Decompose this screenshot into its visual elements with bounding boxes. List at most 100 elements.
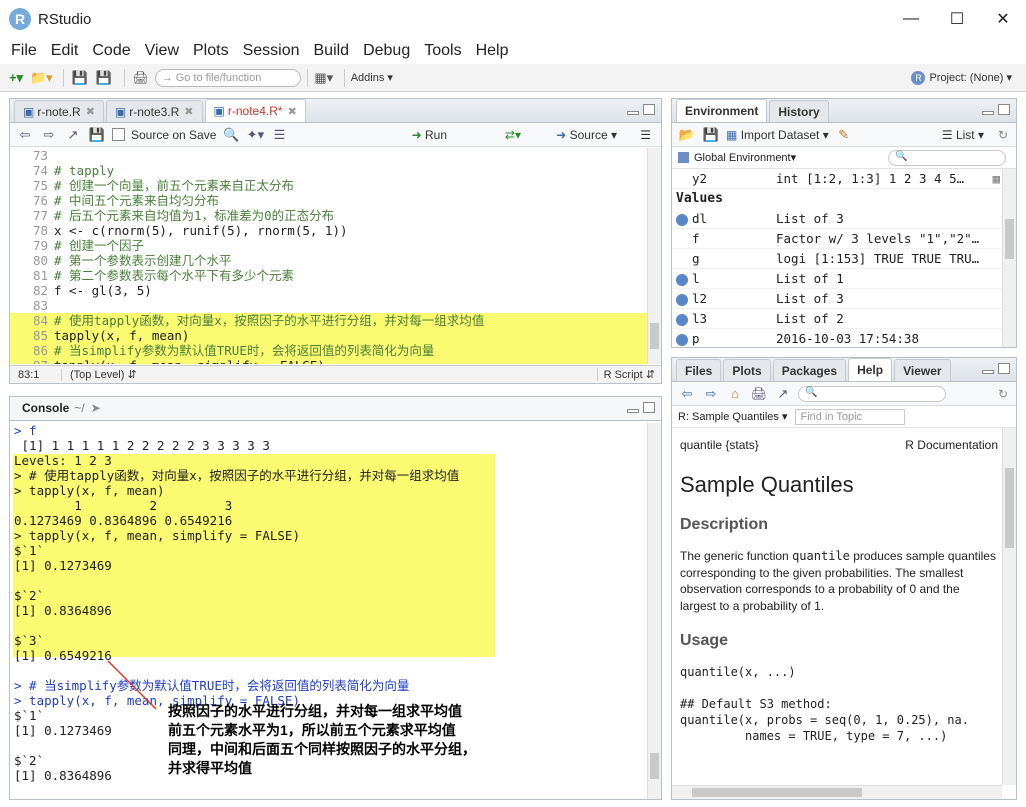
menu-help[interactable]: Help	[469, 42, 516, 60]
expand-icon[interactable]	[676, 214, 688, 226]
addins-menu[interactable]: Addins ▾	[351, 71, 393, 84]
close-tab-icon[interactable]: ✖	[86, 105, 95, 118]
code-line[interactable]: 86 # 当simplify参数为默认值TRUE时，会将返回值的列表简化为向量	[10, 343, 647, 358]
code-line[interactable]: 81 # 第二个参数表示每个水平下有多少个元素	[10, 268, 647, 283]
load-workspace-icon[interactable]: 📂	[678, 126, 696, 144]
scroll-thumb[interactable]	[1005, 468, 1014, 548]
refresh-icon[interactable]: ↻	[998, 387, 1008, 401]
env-row[interactable]: y2 int [1:2, 1:3] 1 2 3 4 5… ▦	[672, 169, 1002, 189]
project-menu[interactable]: R Project: (None) ▾	[911, 70, 1012, 85]
tab-files[interactable]: Files	[676, 359, 722, 381]
show-in-window-icon[interactable]: ↗	[64, 126, 82, 144]
hscroll-thumb[interactable]	[692, 788, 862, 797]
code-line[interactable]: 75 # 创建一个向量，前五个元素来自正太分布	[10, 178, 647, 193]
environment-scrollbar[interactable]	[1002, 169, 1016, 347]
scroll-thumb[interactable]	[650, 753, 659, 779]
broom-icon[interactable]: ✎	[835, 126, 853, 144]
environment-selector[interactable]: Global Environment ▾	[678, 151, 796, 164]
code-line[interactable]: 85 tapply(x, f, mean)	[10, 328, 647, 343]
tab-plots[interactable]: Plots	[723, 359, 771, 381]
code-line[interactable]: 76 # 中间五个元素来自均匀分布	[10, 193, 647, 208]
close-button[interactable]: ✕	[980, 0, 1026, 38]
rerun-icon[interactable]: ⇄▾	[505, 128, 521, 142]
minimize-pane-icon[interactable]	[627, 111, 639, 115]
tab-r-note3[interactable]: ▣ r-note3.R ✖	[105, 100, 203, 122]
tab-viewer[interactable]: Viewer	[894, 359, 951, 381]
menu-session[interactable]: Session	[236, 42, 307, 60]
menu-view[interactable]: View	[138, 42, 186, 60]
print-icon[interactable]: 🖨	[131, 68, 151, 88]
menu-file[interactable]: File	[4, 42, 44, 60]
tab-packages[interactable]: Packages	[772, 359, 847, 381]
source-on-save-checkbox[interactable]	[112, 128, 125, 141]
scroll-thumb[interactable]	[650, 323, 659, 349]
view-grid-icon[interactable]: ▦	[992, 171, 1000, 186]
env-row[interactable]: p 2016-10-03 17:54:38	[672, 329, 1002, 347]
env-search-input[interactable]: 🔍	[888, 149, 1006, 166]
tab-r-note4[interactable]: ▣ r-note4.R* ✖	[204, 99, 306, 122]
code-line[interactable]: 80 # 第一个参数表示创建几个水平	[10, 253, 647, 268]
home-icon[interactable]: ⌂	[726, 385, 744, 403]
topic-selector[interactable]: R: Sample Quantiles ▾	[678, 410, 787, 423]
help-search-input[interactable]: 🔍	[798, 385, 946, 402]
menu-build[interactable]: Build	[307, 42, 357, 60]
code-line[interactable]: 73	[10, 148, 647, 163]
env-row[interactable]: dl List of 3	[672, 209, 1002, 229]
maximize-pane-icon[interactable]	[998, 363, 1010, 374]
source-button[interactable]: ➜ Source ▾	[556, 128, 617, 142]
expand-icon[interactable]	[676, 334, 688, 346]
save-icon[interactable]: 💾	[70, 68, 90, 88]
code-line[interactable]: 74 # tapply	[10, 163, 647, 178]
code-line[interactable]: 83	[10, 298, 647, 313]
editor-scrollbar[interactable]	[647, 148, 661, 364]
save-icon[interactable]: 💾	[88, 126, 106, 144]
help-scrollbar[interactable]	[1002, 428, 1016, 785]
code-line[interactable]: 78 x <- c(rnorm(5), runif(5), rnorm(5, 1)…	[10, 223, 647, 238]
code-editor[interactable]: 73 74 # tapply 75 # 创建一个向量，前五个元素来自正太分布 76 # 中间…	[10, 148, 647, 364]
run-button[interactable]: ➜ Run	[412, 128, 447, 142]
magic-wand-icon[interactable]: ✦▾	[246, 126, 264, 144]
help-hscrollbar[interactable]	[672, 785, 1002, 799]
tab-environment[interactable]: Environment	[676, 99, 768, 122]
close-tab-icon[interactable]: ✖	[288, 105, 297, 118]
env-row[interactable]: l3 List of 2	[672, 309, 1002, 329]
env-row[interactable]: l List of 1	[672, 269, 1002, 289]
maximize-pane-icon[interactable]	[998, 104, 1010, 115]
menu-plots[interactable]: Plots	[186, 42, 236, 60]
back-icon[interactable]: ⇦	[678, 385, 696, 403]
scope-selector[interactable]: (Top Level) ⇵	[62, 368, 137, 381]
menu-code[interactable]: Code	[85, 42, 137, 60]
minimize-pane-icon[interactable]	[627, 409, 639, 413]
code-line[interactable]: 87tapply(x, f, mean, simplify = FALSE)	[10, 358, 647, 364]
code-line[interactable]: 84 # 使用tapply函数，对向量x，按照因子的水平进行分组，并对每一组求均值	[10, 313, 647, 328]
find-in-topic-input[interactable]: Find in Topic	[795, 408, 906, 425]
tab-r-note[interactable]: ▣ r-note.R ✖	[14, 100, 104, 122]
outline-icon[interactable]: ☰	[640, 128, 651, 142]
code-line[interactable]: 79 # 创建一个因子	[10, 238, 647, 253]
search-icon[interactable]: 🔍	[222, 126, 240, 144]
maximize-button[interactable]: ☐	[934, 0, 980, 38]
minimize-button[interactable]: —	[888, 0, 934, 38]
env-row[interactable]: g logi [1:153] TRUE TRUE TRU…	[672, 249, 1002, 269]
file-type-selector[interactable]: R Script ⇵	[596, 368, 655, 381]
minimize-pane-icon[interactable]	[982, 111, 994, 115]
forward-icon[interactable]: ⇨	[702, 385, 720, 403]
code-line[interactable]: 77 # 后五个元素来自均值为1，标准差为0的正态分布	[10, 208, 647, 223]
tab-history[interactable]: History	[769, 100, 829, 122]
env-row[interactable]: l2 List of 3	[672, 289, 1002, 309]
code-line[interactable]: 82 f <- gl(3, 5)	[10, 283, 647, 298]
console-scrollbar[interactable]	[647, 423, 661, 799]
maximize-pane-icon[interactable]	[643, 402, 655, 413]
goto-dir-icon[interactable]: ➤	[91, 401, 101, 415]
save-all-icon[interactable]: 💾	[94, 68, 114, 88]
expand-icon[interactable]	[676, 274, 688, 286]
menu-edit[interactable]: Edit	[44, 42, 86, 60]
forward-icon[interactable]: ⇨	[40, 126, 58, 144]
save-workspace-icon[interactable]: 💾	[702, 126, 720, 144]
print-icon[interactable]: 🖨	[750, 385, 768, 403]
import-dataset-button[interactable]: ▦ Import Dataset ▾	[726, 128, 829, 142]
menu-tools[interactable]: Tools	[417, 42, 468, 60]
goto-file-input[interactable]: Go to file/function	[154, 68, 301, 87]
close-tab-icon[interactable]: ✖	[184, 105, 193, 118]
show-in-window-icon[interactable]: ↗	[774, 385, 792, 403]
